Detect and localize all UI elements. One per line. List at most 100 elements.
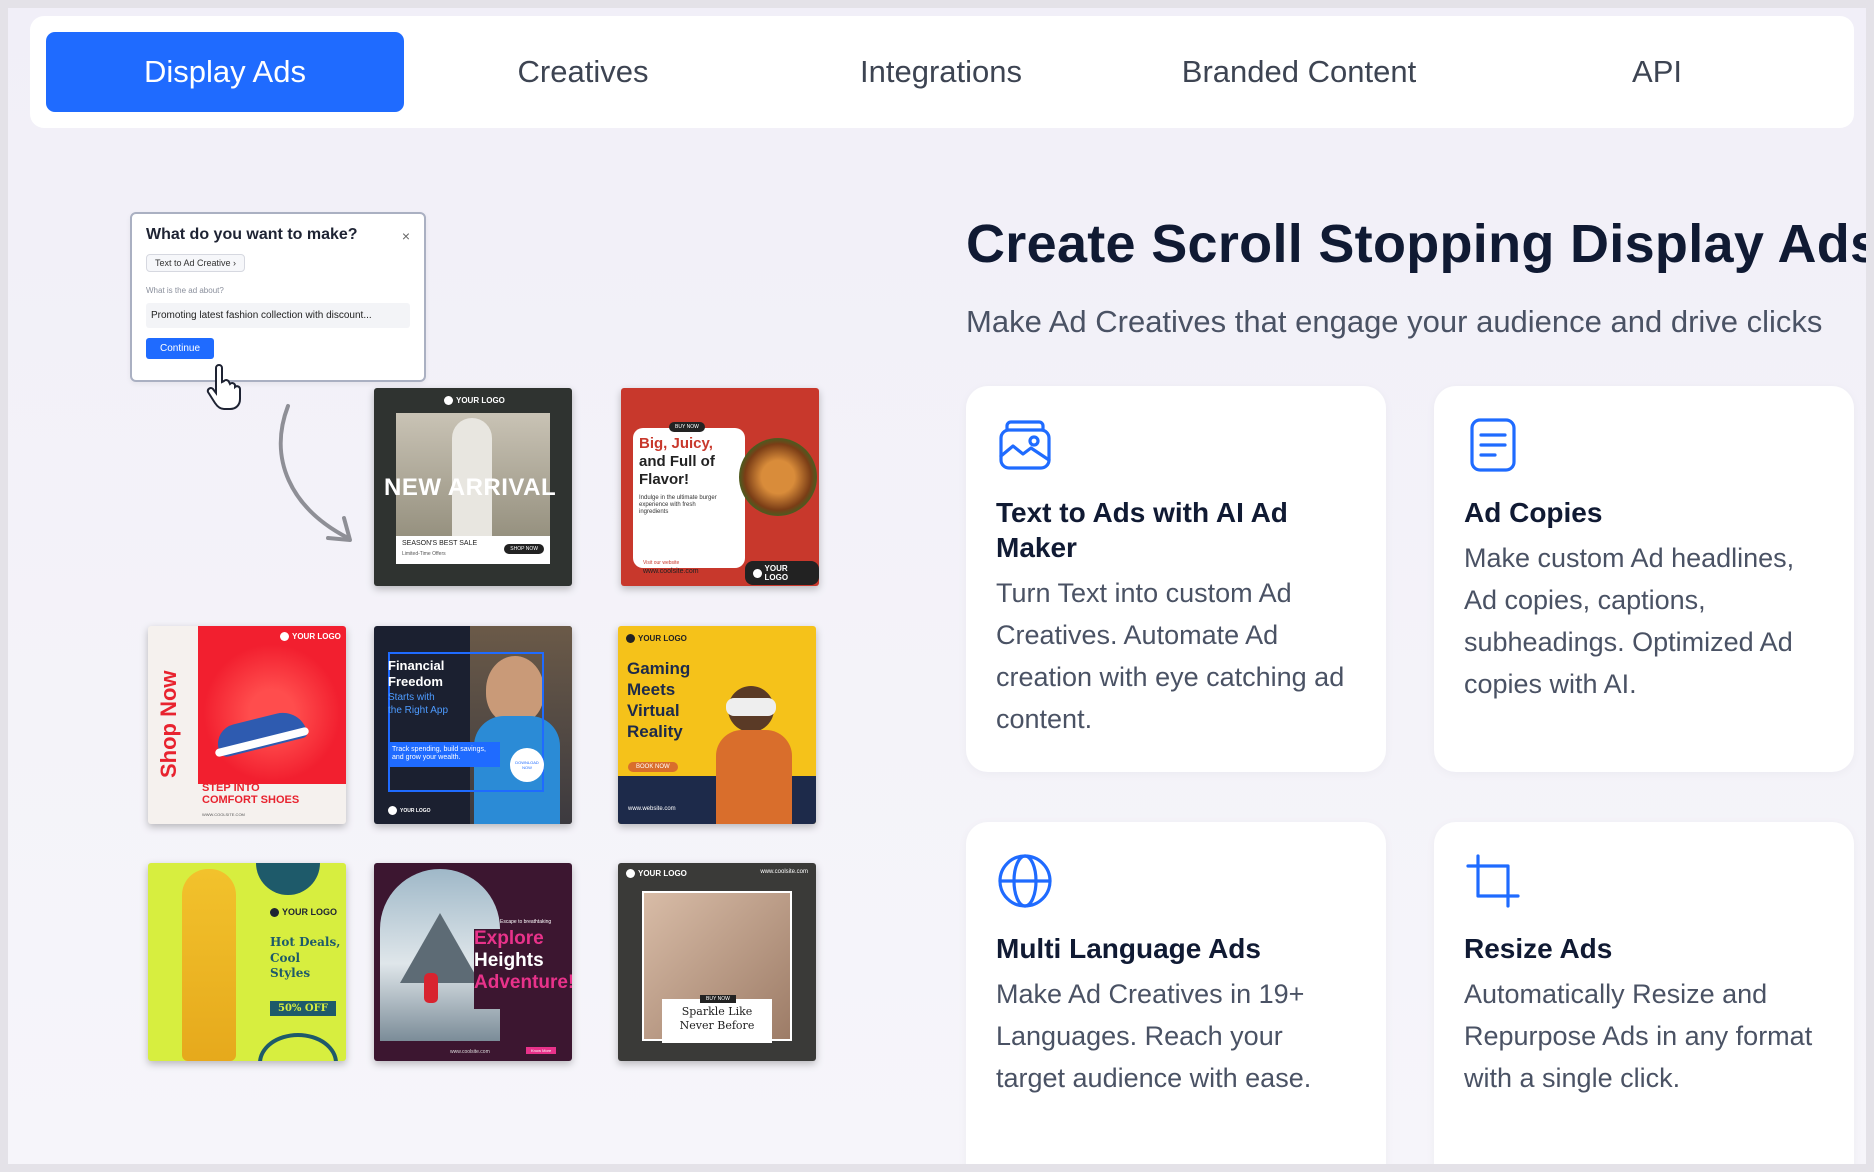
brand-logo: YOUR LOGO: [280, 632, 341, 641]
ad-url: www.coolsite.com: [450, 1049, 490, 1055]
ad-tag: BUY NOW: [700, 995, 736, 1003]
ad-headline: Financial: [388, 658, 445, 673]
ad-cta: SHOP NOW: [504, 544, 544, 554]
tab-integrations[interactable]: Integrations: [762, 32, 1120, 112]
tab-bar: Display Ads Creatives Integrations Brand…: [30, 16, 1854, 128]
dialog-title: What do you want to make?: [146, 226, 358, 243]
brand-logo: YOUR LOGO: [388, 806, 431, 815]
ad-thumbnail-new-arrival[interactable]: YOUR LOGO NEW ARRIVAL SEASON'S BEST SALE…: [374, 388, 572, 586]
person-jacket: [716, 730, 792, 824]
ad-thumbnail-sparkle[interactable]: YOUR LOGO www.coolsite.com BUY NOW Spark…: [618, 863, 816, 1061]
ad-caption-box: BUY NOW Sparkle Like Never Before: [662, 995, 772, 1043]
ad-body: Indulge in the ultimate burger experienc…: [639, 495, 717, 516]
decor-ring: [258, 1033, 338, 1061]
ad-headline: Adventure!: [474, 972, 572, 993]
ad-thumbnail-finance[interactable]: Financial Freedom Starts with the Right …: [374, 626, 572, 824]
feature-card-ad-copies: Ad Copies Make custom Ad headlines, Ad c…: [1434, 386, 1854, 772]
feature-card-multi-language: Multi Language Ads Make Ad Creatives in …: [966, 822, 1386, 1164]
ad-url: WWW.COOLSITE.COM: [202, 812, 245, 817]
burger-photo: [739, 438, 817, 516]
ad-headline: and Full of: [639, 453, 715, 470]
ad-cta: BOOK NOW: [628, 762, 678, 772]
brand-logo: YOUR LOGO: [270, 907, 337, 917]
brand-logo: YOUR LOGO: [745, 561, 819, 585]
ad-cta: Know More: [526, 1047, 557, 1054]
decor-semicircle: [256, 863, 320, 895]
ad-body: Track spending, build savings, and grow …: [388, 742, 500, 767]
ad-offer: 50% OFF: [270, 1001, 336, 1016]
feature-card-text-to-ads: Text to Ads with AI Ad Maker Turn Text i…: [966, 386, 1386, 772]
vr-headset: [726, 698, 776, 716]
ad-headline: Flavor!: [639, 471, 690, 488]
feature-description: Make custom Ad headlines, Ad copies, cap…: [1464, 543, 1795, 699]
mountain-peak: [400, 913, 480, 983]
ad-subline: Starts with: [388, 692, 435, 703]
model-photo: [182, 869, 236, 1061]
feature-description: Turn Text into custom Ad Creatives. Auto…: [996, 578, 1345, 734]
ad-headline: Big, Juicy,: [639, 435, 713, 452]
tab-branded-content[interactable]: Branded Content: [1120, 32, 1478, 112]
page-title: Create Scroll Stopping Display Ads: [966, 214, 1866, 274]
ad-headline: Freedom: [388, 674, 443, 689]
ad-headline: Hot Deals,: [270, 935, 341, 949]
ad-thumbnail-hot-deals[interactable]: YOUR LOGO Hot Deals, Cool Styles 50% OFF: [148, 863, 346, 1061]
ad-headline: Explore: [474, 928, 544, 949]
crop-icon: [1466, 854, 1520, 908]
ad-kicker: Escape to breathtaking: [500, 919, 552, 925]
ad-headline: Virtual: [627, 701, 680, 720]
feature-description: Make Ad Creatives in 19+ Languages. Reac…: [996, 979, 1312, 1093]
hiker: [424, 973, 438, 1003]
feature-title: Resize Ads: [1464, 933, 1613, 964]
tab-api[interactable]: API: [1478, 32, 1836, 112]
globe-icon: [998, 854, 1052, 908]
dialog-question: What is the ad about?: [146, 286, 224, 295]
ad-headline: NEW ARRIVAL: [384, 474, 557, 501]
ad-vertical-headline: Shop Now: [156, 670, 181, 778]
ad-url: www.website.com: [628, 806, 676, 812]
ad-headline: Meets: [627, 680, 676, 699]
ad-subline: SEASON'S BEST SALE: [402, 540, 478, 547]
ad-headline: Reality: [627, 722, 683, 741]
tab-display-ads[interactable]: Display Ads: [46, 32, 404, 112]
brand-logo: YOUR LOGO: [626, 869, 687, 878]
brand-logo: YOUR LOGO: [444, 396, 505, 405]
ad-headline: COMFORT SHOES: [202, 794, 300, 806]
ad-thumbnail-shoes[interactable]: YOUR LOGO Shop Now STEP INTO COMFORT SHO…: [148, 626, 346, 824]
ad-badge: DOWNLOAD NOW: [510, 748, 544, 782]
feature-card-resize: Resize Ads Automatically Resize and Repu…: [1434, 822, 1854, 1164]
ad-headline: Heights: [474, 950, 544, 971]
ad-headline: Sparkle Like: [681, 1005, 753, 1018]
page-frame: Display Ads Creatives Integrations Brand…: [8, 8, 1866, 1164]
image-card-icon: [999, 420, 1051, 470]
ad-headline: STEP INTO: [202, 782, 260, 794]
document-lines-icon: [1470, 418, 1516, 472]
red-backdrop: [198, 626, 346, 784]
ad-type-chip[interactable]: Text to Ad Creative ›: [146, 254, 246, 272]
ai-prompt-dialog: What do you want to make? × Text to Ad C…: [130, 212, 426, 382]
feature-title: Text to Ads with AI Ad Maker: [996, 497, 1288, 563]
continue-button[interactable]: Continue: [146, 338, 215, 359]
curved-arrow-icon: [278, 404, 352, 542]
feature-title: Multi Language Ads: [996, 933, 1261, 964]
ad-tag: BUY NOW: [669, 422, 705, 432]
ad-thumbnail-burger[interactable]: BUY NOW Big, Juicy, and Full of Flavor! …: [621, 388, 819, 586]
ad-subline: Limited-Time Offers: [402, 551, 446, 557]
ad-thumbnail-explore[interactable]: Escape to breathtaking Explore Heights A…: [374, 863, 572, 1061]
ad-url: www.coolsite.com: [760, 869, 808, 875]
ad-thumbnail-gaming[interactable]: YOUR LOGO Gaming Meets Virtual Reality B…: [618, 626, 816, 824]
ad-headline: Styles: [270, 966, 311, 981]
tab-creatives[interactable]: Creatives: [404, 32, 762, 112]
ad-info-bar: SEASON'S BEST SALE Limited-Time Offers S…: [396, 536, 550, 564]
feature-title: Ad Copies: [1464, 497, 1603, 528]
close-icon[interactable]: ×: [402, 228, 410, 244]
ad-visit: Visit our website: [643, 560, 680, 566]
page-subtitle: Make Ad Creatives that engage your audie…: [966, 304, 1823, 339]
ad-headline: Gaming: [627, 659, 691, 678]
prompt-input[interactable]: Promoting latest fashion collection with…: [146, 303, 410, 328]
hand-cursor-icon: [206, 364, 241, 410]
ad-subline: the Right App: [388, 705, 449, 716]
ad-headline: Cool: [270, 950, 301, 965]
brand-logo: YOUR LOGO: [626, 634, 687, 643]
ad-headline: Never Before: [679, 1018, 755, 1032]
feature-description: Automatically Resize and Repurpose Ads i…: [1464, 979, 1813, 1093]
